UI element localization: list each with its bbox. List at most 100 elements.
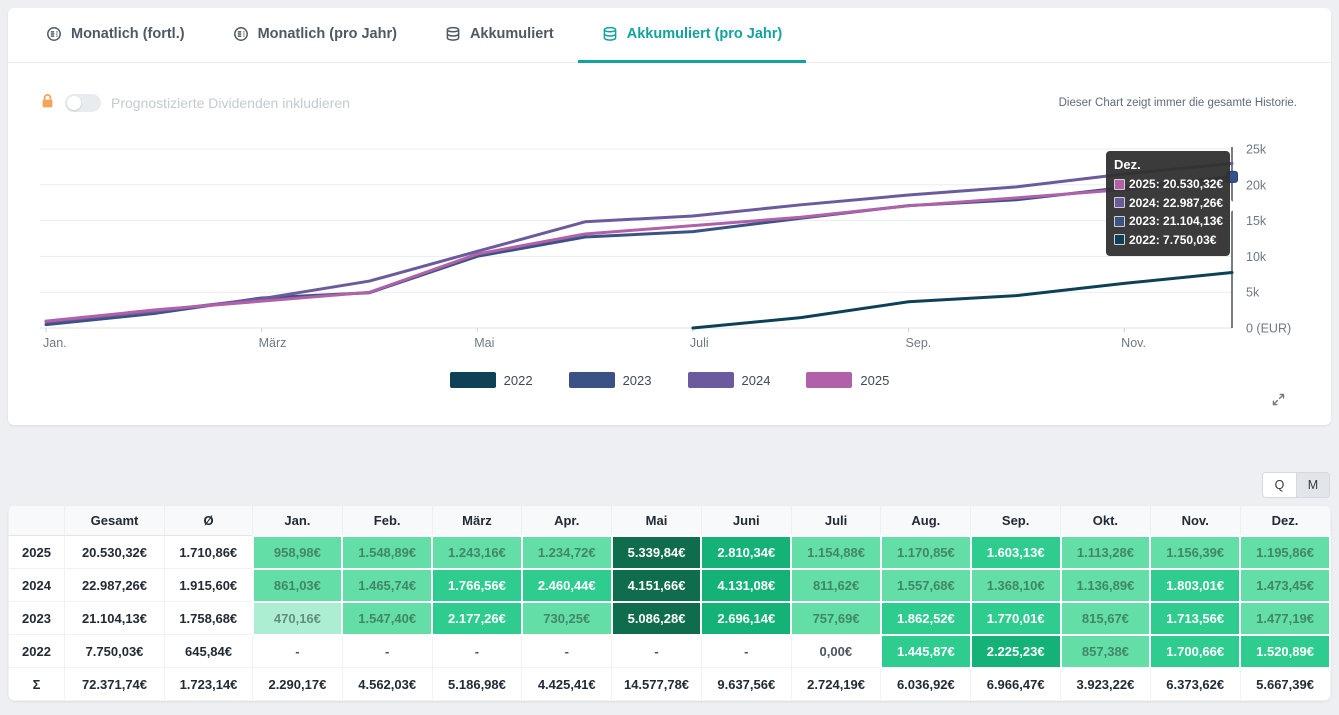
tooltip-row: 2023: 21.104,13€: [1114, 212, 1222, 231]
month-value-cell: 857,38€: [1061, 635, 1151, 668]
legend-item-2023[interactable]: 2023: [569, 372, 652, 388]
column-header: Juli: [791, 506, 881, 536]
chart-controls: Prognostizierte Dividenden inkludieren D…: [8, 91, 1331, 115]
month-value-cell: 2.460,44€: [522, 569, 612, 602]
month-value-cell: 1.548,89€: [342, 536, 432, 569]
column-header: Gesamt: [65, 506, 165, 536]
month-value-cell: 1.473,45€: [1240, 569, 1330, 602]
legend-item-2022[interactable]: 2022: [450, 372, 533, 388]
tab-akkumuliert[interactable]: Akkumuliert: [421, 8, 578, 63]
tooltip-title: Dez.: [1114, 157, 1222, 172]
month-value-cell: 1.368,10€: [971, 569, 1061, 602]
table-row-2022: 20227.750,03€645,84€------0,00€1.445,87€…: [9, 635, 1331, 668]
svg-text:Jan.: Jan.: [43, 336, 67, 350]
series-swatch: [1114, 179, 1125, 190]
month-value-cell: 1.136,89€: [1061, 569, 1151, 602]
page: Monatlich (fortl.)Monatlich (pro Jahr)Ak…: [0, 8, 1339, 701]
sum-value-cell: 3.923,22€: [1061, 668, 1151, 701]
column-header: Mai: [612, 506, 702, 536]
month-value-cell: 1.465,74€: [342, 569, 432, 602]
tooltip-row: 2022: 7.750,03€: [1114, 231, 1222, 250]
svg-text:20k: 20k: [1246, 178, 1267, 192]
sum-row: Σ72.371,74€1.723,14€2.290,17€4.562,03€5.…: [9, 668, 1331, 701]
sum-value-cell: 4.562,03€: [342, 668, 432, 701]
legend-label: 2023: [623, 373, 652, 388]
sum-value-cell: 6.036,92€: [881, 668, 971, 701]
month-value-cell: 5.086,28€: [612, 602, 702, 635]
tab-label: Monatlich (fortl.): [71, 26, 185, 42]
svg-text:März: März: [259, 336, 287, 350]
column-header: Juni: [701, 506, 791, 536]
lock-icon: [40, 93, 55, 114]
series-swatch: [1114, 234, 1125, 245]
month-value-cell: -: [701, 635, 791, 668]
table-row-2024: 202422.987,26€1.915,60€861,03€1.465,74€1…: [9, 569, 1331, 602]
year-cell: 2022: [9, 635, 65, 668]
month-value-cell: 861,03€: [253, 569, 343, 602]
tooltip-value: 2025: 20.530,32€: [1129, 175, 1223, 194]
avg-cell: 1.915,60€: [165, 569, 253, 602]
tab-monatlich-pro-jahr[interactable]: Monatlich (pro Jahr): [209, 8, 421, 63]
month-value-cell: 1.445,87€: [881, 635, 971, 668]
column-header: Sep.: [971, 506, 1061, 536]
column-header: Nov.: [1150, 506, 1240, 536]
month-value-cell: 470,16€: [253, 602, 343, 635]
column-header: Feb.: [342, 506, 432, 536]
legend-item-2025[interactable]: 2025: [806, 372, 889, 388]
svg-text:0 (EUR): 0 (EUR): [1246, 322, 1291, 336]
month-value-cell: 1.603,13€: [971, 536, 1061, 569]
tab-label: Akkumuliert (pro Jahr): [627, 26, 783, 42]
year-cell: 2025: [9, 536, 65, 569]
month-value-cell: 1.766,56€: [432, 569, 522, 602]
chart-legend: 2022 2023 2024 2025: [8, 372, 1331, 388]
chart[interactable]: Jan.MärzMaiJuliSep.Nov.0 (EUR)5k10k15k20…: [8, 141, 1331, 356]
month-value-cell: 815,67€: [1061, 602, 1151, 635]
month-value-cell: 1.713,56€: [1150, 602, 1240, 635]
tooltip-rows: 2025: 20.530,32€2024: 22.987,26€2023: 21…: [1114, 175, 1222, 249]
sum-label: Σ: [9, 668, 65, 701]
tooltip-row: 2024: 22.987,26€: [1114, 194, 1222, 213]
forecast-toggle-label: Prognostizierte Dividenden inkludieren: [111, 95, 350, 111]
sum-value-cell: 2.290,17€: [253, 668, 343, 701]
sum-value-cell: 6.373,62€: [1150, 668, 1240, 701]
legend-swatch: [450, 372, 496, 388]
expand-icon[interactable]: [1271, 392, 1286, 412]
svg-text:25k: 25k: [1246, 143, 1267, 157]
table-row-2023: 202321.104,13€1.758,68€470,16€1.547,40€2…: [9, 602, 1331, 635]
sum-value-cell: 5.186,98€: [432, 668, 522, 701]
month-value-cell: 958,98€: [253, 536, 343, 569]
year-cell: 2024: [9, 569, 65, 602]
column-header: Dez.: [1240, 506, 1330, 536]
column-header: März: [432, 506, 522, 536]
month-value-cell: 730,25€: [522, 602, 612, 635]
column-header: Okt.: [1061, 506, 1151, 536]
month-value-cell: 757,69€: [791, 602, 881, 635]
sum-value-cell: 4.425,41€: [522, 668, 612, 701]
forecast-toggle[interactable]: [65, 94, 101, 112]
month-value-cell: 1.520,89€: [1240, 635, 1330, 668]
month-value-cell: -: [522, 635, 612, 668]
legend-swatch: [569, 372, 615, 388]
month-value-cell: 2.225,23€: [971, 635, 1061, 668]
month-value-cell: 0,00€: [791, 635, 881, 668]
sum-value-cell: 6.966,47€: [971, 668, 1061, 701]
sum-value-cell: 2.724,19€: [791, 668, 881, 701]
legend-item-2024[interactable]: 2024: [688, 372, 771, 388]
avg-cell: 645,84€: [165, 635, 253, 668]
database-icon: [602, 26, 618, 42]
svg-text:Nov.: Nov.: [1121, 336, 1146, 350]
granularity-toggle: QM: [1262, 472, 1330, 498]
month-value-cell: 1.547,40€: [342, 602, 432, 635]
legend-label: 2024: [742, 373, 771, 388]
tooltip-value: 2022: 7.750,03€: [1129, 231, 1216, 250]
sum-value-cell: 14.577,78€: [612, 668, 702, 701]
tab-monatlich-fortl[interactable]: Monatlich (fortl.): [22, 8, 209, 63]
view-q-button[interactable]: Q: [1263, 473, 1296, 497]
legend-swatch: [688, 372, 734, 388]
history-note: Dieser Chart zeigt immer die gesamte His…: [1059, 97, 1297, 109]
svg-text:Mai: Mai: [474, 336, 494, 350]
tab-bar: Monatlich (fortl.)Monatlich (pro Jahr)Ak…: [8, 8, 1331, 63]
month-value-cell: -: [612, 635, 702, 668]
tab-akkumuliert-pro-jahr[interactable]: Akkumuliert (pro Jahr): [578, 8, 807, 63]
view-m-button[interactable]: M: [1296, 473, 1329, 497]
